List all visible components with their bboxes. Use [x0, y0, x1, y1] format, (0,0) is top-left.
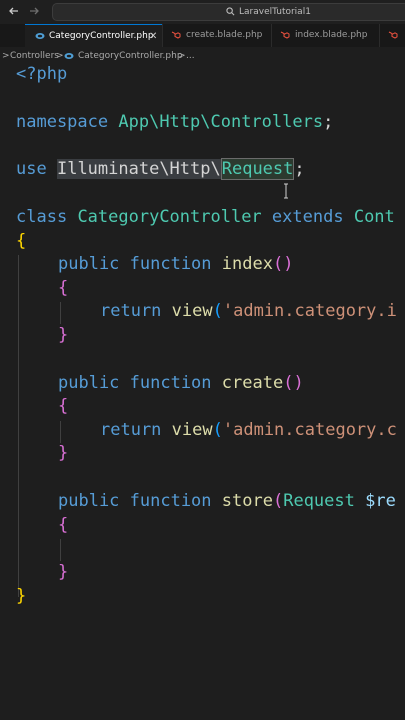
indent-guide	[60, 539, 61, 561]
code-line-use: use Illuminate\Http\Request;	[16, 158, 305, 180]
title-bar: LaravelTutorial1	[0, 0, 405, 24]
method-close-brace: }	[58, 562, 69, 582]
code-line-1: <?php	[16, 64, 68, 84]
breadcrumb-separator: >	[178, 51, 186, 61]
laravel-blade-icon	[171, 31, 181, 39]
code-line-class: class CategoryController extends Cont	[16, 207, 395, 227]
method-open-brace: {	[58, 515, 69, 535]
workspace-name: LaravelTutorial1	[239, 7, 311, 17]
tab-label: create.blade.php	[186, 30, 263, 40]
indent-guide	[60, 302, 61, 324]
tab-index-blade[interactable]: index.blade.php	[271, 24, 380, 47]
method-open-brace: {	[58, 396, 69, 416]
breadcrumb-file[interactable]: CategoryController.php	[78, 47, 183, 65]
text-cursor-icon	[284, 183, 288, 199]
tab-category-controller[interactable]: CategoryController.php ✕	[25, 24, 162, 47]
editor-tab-bar: CategoryController.php ✕ create.blade.ph…	[0, 24, 405, 48]
close-icon[interactable]: ✕	[149, 25, 157, 48]
method-open-brace: {	[58, 278, 69, 298]
method-close-brace: }	[58, 443, 69, 463]
code-line-index-signature: public function index()	[58, 254, 294, 274]
tab-label: index.blade.php	[295, 30, 368, 40]
arrow-left-icon[interactable]	[6, 2, 22, 20]
breadcrumb-separator: >	[2, 51, 10, 61]
class-close-brace: }	[16, 586, 27, 606]
laravel-blade-icon	[388, 31, 398, 39]
php-elephant-icon	[64, 53, 74, 59]
tab-create-blade[interactable]: create.blade.php	[162, 24, 272, 47]
tab-label: CategoryController.php	[49, 31, 154, 41]
code-line-create-return: return view('admin.category.c	[100, 420, 397, 440]
indent-guide	[18, 255, 19, 597]
code-editor[interactable]: <?php namespace App\Http\Controllers; us…	[0, 64, 405, 720]
code-line-create-signature: public function create()	[58, 373, 304, 393]
method-close-brace: }	[58, 325, 69, 345]
code-line-index-return: return view('admin.category.i	[100, 301, 397, 321]
command-center-search[interactable]: LaravelTutorial1	[52, 3, 405, 21]
class-open-brace: {	[16, 231, 27, 251]
tab-overflow[interactable]	[379, 24, 405, 47]
indent-guide	[60, 421, 61, 443]
search-icon	[226, 7, 235, 16]
code-line-store-signature: public function store(Request $re	[58, 491, 396, 511]
laravel-blade-icon	[280, 31, 290, 39]
arrow-right-icon[interactable]	[26, 2, 42, 20]
code-line-namespace: namespace App\Http\Controllers;	[16, 112, 334, 132]
php-elephant-icon	[35, 33, 45, 39]
breadcrumb-more[interactable]: ...	[186, 47, 195, 65]
